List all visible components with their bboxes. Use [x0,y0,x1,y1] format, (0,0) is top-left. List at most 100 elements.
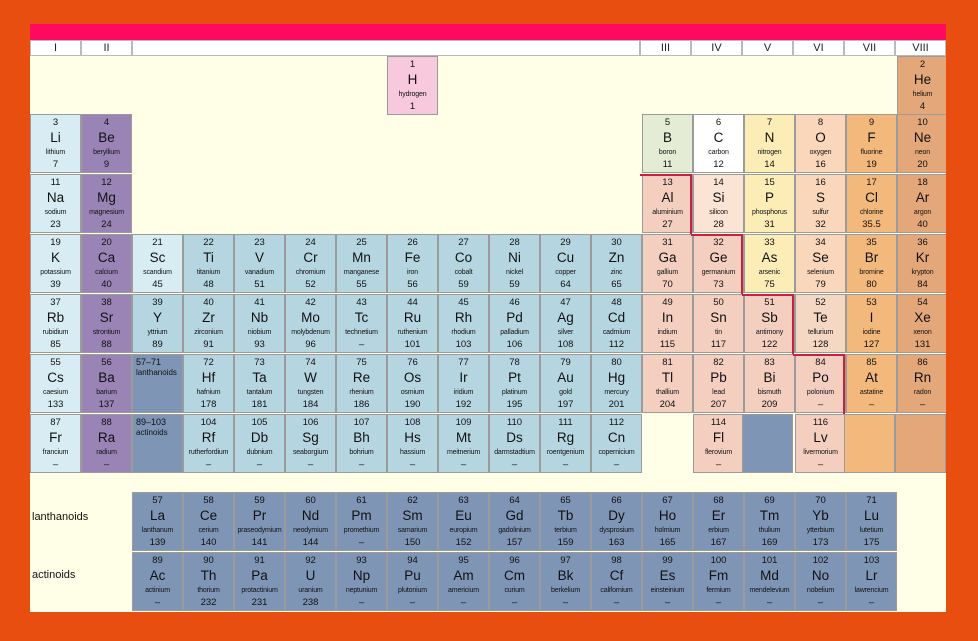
element-cell-bromine: 35 Br bromine 80 [846,234,897,293]
element-name: seaborgium [292,449,329,456]
element-name: argon [913,209,932,216]
element-mass: 80 [866,279,877,290]
element-atomic-number: 107 [353,417,370,428]
element-cell-astatine: 85 At astatine – [846,354,897,413]
element-symbol: At [865,370,878,385]
element-mass: 55 [356,279,367,290]
element-symbol: O [815,130,826,145]
element-cell-copper: 29 Cu copper 64 [540,234,591,293]
element-atomic-number: 116 [812,417,829,428]
element-symbol: Zr [202,310,215,325]
element-atomic-number: 1 [409,59,416,70]
element-cell-lead: 82 Pb lead 207 [693,354,744,413]
element-atomic-number: 100 [710,555,727,566]
element-mass: – [817,459,824,470]
element-mass: 207 [710,399,727,410]
element-name: caesium [42,389,68,396]
element-mass: – [817,597,824,608]
element-mass: – [460,459,467,470]
element-cell-carbon: 6 Ccarbon 12 [693,114,744,173]
element-atomic-number: 93 [356,555,367,566]
element-name: lanthanum [141,527,174,534]
element-atomic-number: 48 [611,297,622,308]
metal-nonmetal-boundary [792,294,794,354]
element-atomic-number: 4 [103,117,110,128]
element-mass: 16 [815,159,826,170]
element-atomic-number: 64 [509,495,520,506]
element-mass: – [511,597,518,608]
element-mass: 12 [713,159,724,170]
group-header-5: V [742,40,793,56]
element-atomic-number: 13 [662,177,673,188]
element-cell-barium: 56 Ba barium 137 [81,354,132,413]
element-atomic-number: 59 [254,495,265,506]
element-atomic-number: 8 [817,117,824,128]
element-name: calcium [95,269,118,276]
element-atomic-number: 14 [713,177,724,188]
group-header-7: VII [844,40,895,56]
element-mass: – [613,597,620,608]
element-name: mendelevium [749,587,790,594]
element-cell-helium: 2 He helium 4 [897,56,946,115]
element-name: silicon [709,209,728,216]
element-mass: 173 [812,537,829,548]
element-atomic-number: 83 [764,357,775,368]
element-symbol: Sm [402,508,423,523]
element-symbol: Ag [557,310,574,325]
element-symbol: Cd [607,310,626,325]
element-name: xenon [913,329,932,336]
element-mass: 128 [812,339,829,350]
element-name: sulfur [812,209,829,216]
element-name: zirconium [194,329,223,336]
element-symbol: Ge [709,250,728,265]
element-atomic-number: 47 [560,297,571,308]
element-cell-silicon: 14 Si silicon 28 [693,174,744,233]
element-cell-molybdenum: 42 Mo molybdenum 96 [285,294,336,353]
element-atomic-number: 109 [455,417,472,428]
element-name: scandium [143,269,172,276]
element-cell-arsenic: 33 As arsenic 75 [744,234,795,293]
element-atomic-number: 89 [152,555,163,566]
element-mass: 24 [101,219,112,230]
element-atomic-number: 65 [560,495,571,506]
element-cell-beryllium: 4 Be beryllium 9 [81,114,132,173]
element-cell-fermium: 100 Fm fermium – [693,552,744,611]
element-name: zinc [610,269,623,276]
element-cell-promethium: 61 Pm promethium – [336,492,387,551]
metal-nonmetal-boundary [690,174,692,234]
element-name: molybdenum [291,329,330,336]
element-mass: 84 [917,279,928,290]
element-mass: 48 [203,279,214,290]
element-name: potassium [40,269,71,276]
element-symbol: Rf [201,430,216,445]
element-cell-titanium: 22 Ti titanium 48 [183,234,234,293]
element-cell-nickel: 28 Ni nickel 59 [489,234,540,293]
element-symbol: Pd [506,310,523,325]
element-mass: 32 [815,219,826,230]
element-name: beryllium [93,149,120,156]
element-mass: 209 [761,399,778,410]
periodic-table-panel: I II III IV V VI VII VIII 1 Hhydrogen 1 2 He… [30,24,946,612]
element-cell-americium: 95 Am americium – [438,552,489,611]
element-cell-nitrogen: 7 Nnitrogen 14 [744,114,795,173]
element-mass: 184 [302,399,319,410]
element-cell-cadmium: 48 Cd cadmium 112 [591,294,642,353]
element-cell-cobalt: 27 Co cobalt 59 [438,234,489,293]
element-atomic-number: 41 [254,297,265,308]
element-mass: 85 [50,339,61,350]
element-symbol: I [869,310,874,325]
element-symbol: Fl [712,430,725,445]
element-mass: 122 [761,339,778,350]
element-symbol: Ra [97,430,116,445]
actinoids-reference-label: actinoids [136,428,168,437]
element-name: tungsten [297,389,324,396]
element-symbol: Tc [354,310,369,325]
element-cell-rutherfordium: 104 Rf rutherfordium – [183,414,234,473]
element-mass: 70 [662,279,673,290]
element-mass: – [460,597,467,608]
element-atomic-number: 44 [407,297,418,308]
element-atomic-number: 46 [509,297,520,308]
element-name: cobalt [454,269,473,276]
element-symbol: Mt [456,430,471,445]
element-atomic-number: 67 [662,495,673,506]
